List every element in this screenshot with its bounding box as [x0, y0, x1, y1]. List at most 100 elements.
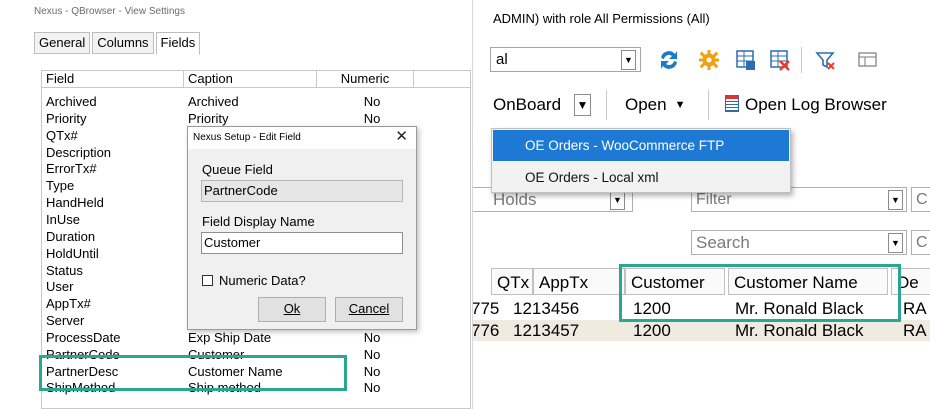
window-title: Nexus - QBrowser - View Settings	[34, 6, 185, 17]
cell-field: Priority	[46, 110, 87, 126]
gear-icon[interactable]	[698, 48, 720, 72]
cell-field: ProcessDate	[46, 329, 121, 345]
chevron-down-icon[interactable]: ▼	[621, 50, 636, 70]
header-customer-name[interactable]: Customer Name	[728, 268, 888, 295]
cell-field: Status	[46, 262, 83, 278]
settings-tabs: General Columns Fields	[34, 32, 202, 55]
refresh-icon[interactable]	[658, 48, 680, 72]
search-chevron-down-icon[interactable]: ▼	[888, 233, 903, 253]
display-name-input[interactable]: Customer	[201, 232, 403, 254]
grid-save-icon[interactable]	[735, 48, 757, 72]
search-input[interactable]: Search	[691, 230, 907, 255]
onboard-chevron-down-icon[interactable]: ▼	[574, 94, 591, 116]
cell-apptx: 1213457	[513, 321, 580, 340]
search-placeholder: Search	[696, 233, 750, 252]
menu-item-woocommerce-ftp[interactable]: OE Orders - WooCommerce FTP	[493, 130, 789, 161]
tab-fields[interactable]: Fields	[155, 32, 201, 55]
open-button-label: Open	[625, 95, 667, 114]
dialog-title: Nexus Setup - Edit Field	[193, 132, 301, 143]
header-caption[interactable]: Caption	[184, 71, 317, 88]
table-row[interactable]: Priority Priority No	[42, 112, 470, 126]
table-row[interactable]: 775 1213456 1200 Mr. Ronald Black RA	[473, 298, 930, 319]
table-row[interactable]: Archived Archived No	[42, 95, 470, 109]
close-icon[interactable]: ✕	[395, 129, 408, 145]
ok-button[interactable]: Ok	[258, 297, 326, 322]
queue-field-label: Queue Field	[202, 162, 273, 177]
cell-caption: Archived	[188, 94, 239, 109]
filter-chevron-down-icon[interactable]: ▼	[888, 190, 903, 210]
cell-field: Duration	[46, 228, 96, 244]
grid-delete-icon[interactable]	[769, 48, 791, 72]
cell-field: User	[46, 279, 74, 295]
cancel-button[interactable]: Cancel	[335, 297, 403, 322]
table-row[interactable]: ShipMethod Ship method No	[42, 381, 470, 395]
cell-field: HoldUntil	[46, 245, 99, 261]
header-customer[interactable]: Customer	[625, 268, 725, 295]
cell-qtx: 776	[473, 321, 500, 340]
toolbar-separator	[801, 47, 802, 73]
cell-field: Server	[46, 313, 85, 329]
cell-field: InUse	[46, 211, 80, 227]
table-row[interactable]: PartnerCode Customer No	[42, 348, 470, 362]
header-field[interactable]: Field	[42, 71, 184, 88]
header-numeric[interactable]: Numeric	[317, 71, 414, 88]
cell-numeric: No	[363, 380, 381, 396]
open-log-browser-button[interactable]: Open Log Browser	[725, 92, 887, 118]
tab-columns[interactable]: Columns	[92, 32, 154, 54]
cell-field: PartnerCode	[46, 346, 120, 362]
cell-qtx: 775	[473, 299, 500, 318]
tab-general[interactable]: General	[34, 32, 91, 54]
queue-combo[interactable]: al ▼	[490, 47, 641, 72]
cell-numeric: No	[363, 346, 381, 362]
dialog-titlebar: Nexus Setup - Edit Field ✕	[188, 127, 416, 149]
numeric-checkbox-row[interactable]: Numeric Data?	[202, 273, 306, 288]
cell-numeric: No	[363, 110, 381, 126]
cell-caption: Customer	[188, 346, 245, 362]
cell-de: RA	[903, 321, 927, 340]
filter-extra-text: C	[916, 191, 928, 208]
cell-customer: 1200	[633, 321, 671, 340]
qbrowser-window: ADMIN) with role All Permissions (All) a…	[473, 0, 930, 409]
table-icon[interactable]	[857, 48, 879, 72]
header-apptx[interactable]: AppTx	[533, 268, 625, 295]
cell-field: PartnerDesc	[46, 363, 119, 379]
orders-grid-header: QTx AppTx Customer Customer Name De	[473, 268, 930, 295]
cell-field: HandHeld	[46, 195, 104, 211]
cell-name: Mr. Ronald Black	[735, 321, 864, 340]
header-qtx[interactable]: QTx	[491, 268, 533, 295]
header-description[interactable]: De	[891, 268, 930, 295]
numeric-checkbox[interactable]	[202, 275, 213, 286]
cell-field: Type	[46, 178, 75, 194]
cell-customer: 1200	[633, 299, 671, 318]
chevron-down-icon: ▼	[674, 99, 686, 111]
open-button[interactable]: Open ▼	[625, 92, 685, 118]
header-filler	[414, 71, 470, 88]
search-extra-combo[interactable]: C	[911, 230, 930, 255]
menu-item-local-xml[interactable]: OE Orders - Local xml	[493, 162, 789, 193]
onboard-button[interactable]: OnBoard	[493, 92, 561, 118]
filter-icon[interactable]	[815, 48, 837, 72]
cell-numeric: No	[363, 363, 381, 379]
numeric-checkbox-label: Numeric Data?	[219, 273, 306, 288]
log-icon	[725, 95, 739, 112]
queue-field-input: PartnerCode	[201, 180, 403, 202]
table-row[interactable]: PartnerDesc Customer Name No	[42, 365, 470, 379]
holds-chevron-down-icon[interactable]: ▼	[610, 190, 625, 210]
cell-field: QTx#	[46, 127, 78, 143]
table-row[interactable]: ProcessDate Exp Ship Date No	[42, 331, 470, 345]
open-dropdown-menu: OE Orders - WooCommerce FTP OE Orders - …	[491, 128, 791, 193]
cell-field: Archived	[46, 94, 97, 109]
cell-numeric: No	[363, 94, 381, 109]
cell-name: Mr. Ronald Black	[735, 299, 864, 318]
filter-extra-combo[interactable]: C	[911, 187, 930, 212]
cell-caption: Customer Name	[188, 363, 283, 379]
display-name-label: Field Display Name	[202, 214, 315, 229]
cell-apptx: 1213456	[513, 299, 580, 318]
cell-field: AppTx#	[46, 296, 91, 312]
cell-caption: Exp Ship Date	[188, 329, 272, 345]
table-row[interactable]: 776 1213457 1200 Mr. Ronald Black RA	[473, 320, 930, 341]
edit-field-dialog: Nexus Setup - Edit Field ✕ Queue Field P…	[187, 126, 417, 330]
cell-field: ShipMethod	[46, 380, 116, 396]
view-settings-window: Nexus - QBrowser - View Settings General…	[0, 0, 471, 409]
filter-placeholder: Filter	[696, 191, 732, 208]
